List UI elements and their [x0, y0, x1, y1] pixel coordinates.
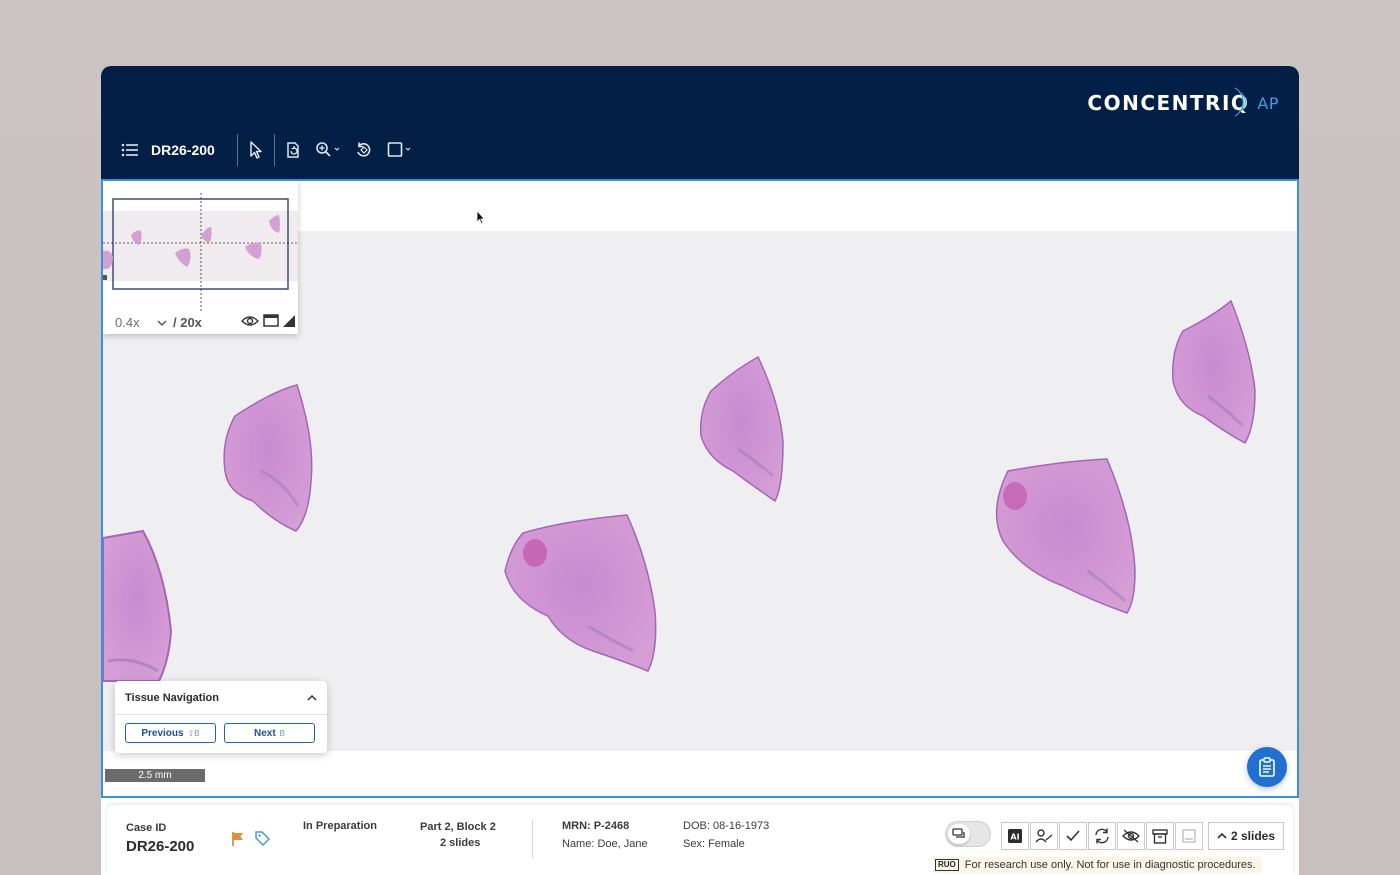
next-tissue-button[interactable]: Next B: [224, 723, 315, 743]
overview-thumbnail[interactable]: [103, 191, 298, 311]
contrast-icon[interactable]: [283, 314, 295, 330]
mouse-cursor-icon: [476, 209, 486, 230]
hide-icon[interactable]: [1117, 822, 1145, 850]
chevron-down-icon[interactable]: [157, 315, 167, 330]
rotate-icon[interactable]: [355, 134, 373, 166]
tag-icon[interactable]: [255, 831, 271, 851]
annotation-rectangle-icon[interactable]: [387, 134, 413, 166]
toolbar-divider: [273, 134, 275, 166]
case-info-bar: Case ID DR26-200 In Preparation Part 2, …: [107, 805, 1293, 875]
zoom-max: / 20x: [173, 314, 202, 330]
slides-dropdown-button[interactable]: 2 slides: [1208, 822, 1285, 850]
chevron-up-icon[interactable]: [307, 689, 317, 707]
app-header: CONCENTRIQ AP DR26-200: [101, 66, 1299, 179]
window-icon[interactable]: [263, 314, 279, 330]
previous-tissue-button[interactable]: Previous ⇧B: [125, 723, 216, 743]
tissue-section-6: [1171, 299, 1256, 445]
concentriq-logo: CONCENTRIQ AP: [1087, 84, 1279, 122]
part-block: Part 2, Block 2: [420, 821, 496, 833]
ai-icon[interactable]: AI: [1001, 822, 1029, 850]
tissue-section-4: [699, 355, 784, 503]
svg-text:AI: AI: [1010, 833, 1019, 842]
patient-dob: DOB: 08-16-1973: [683, 820, 770, 832]
case-title: DR26-200: [151, 142, 215, 158]
patient-name: Name: Doe, Jane: [562, 838, 648, 850]
slide-rotate-icon[interactable]: [285, 134, 301, 166]
toggle-knob: [948, 824, 970, 844]
pointer-icon[interactable]: [248, 134, 264, 166]
tissue-navigation-panel: Tissue Navigation Previous ⇧B Next B: [115, 681, 327, 753]
zoom-level[interactable]: 0.4x: [115, 315, 157, 330]
next-label: Next: [253, 727, 276, 739]
ruo-notice: RUO For research use only. Not for use i…: [933, 857, 1262, 873]
zoom-controls: 0.4x / 20x: [115, 312, 295, 332]
flag-icon[interactable]: [231, 831, 245, 852]
scale-bar: 2.5 mm: [105, 769, 205, 782]
patient-mrn: MRN: P-2468: [562, 820, 630, 832]
tissue-section-1: [103, 529, 173, 682]
clipboard-icon: [1259, 757, 1275, 777]
logo-suffix: AP: [1257, 93, 1279, 113]
chevron-up-icon: [1217, 832, 1227, 839]
slide-overview-map[interactable]: 0.4x / 20x: [103, 181, 298, 334]
check-icon[interactable]: [1059, 822, 1087, 850]
tissue-navigation-title: Tissue Navigation: [125, 691, 219, 704]
toolbar-divider: [236, 134, 238, 166]
ruo-text: For research use only. Not for use in di…: [964, 859, 1256, 871]
patient-sex: Sex: Female: [683, 838, 745, 850]
case-id-value: DR26-200: [126, 838, 195, 855]
slides-button-label: 2 slides: [1231, 829, 1276, 843]
archive-icon[interactable]: [1146, 822, 1174, 850]
tissue-section-5: [995, 458, 1136, 614]
case-id-label: Case ID: [126, 822, 167, 834]
previous-label: Previous: [141, 727, 184, 739]
case-actions: AI 2 slides: [1001, 822, 1285, 850]
comments-icon: [952, 828, 965, 838]
user-sign-icon[interactable]: [1030, 822, 1058, 850]
zoom-icon[interactable]: [315, 134, 341, 166]
sync-icon[interactable]: [1088, 822, 1116, 850]
next-shortcut: B: [279, 728, 286, 738]
tissue-navigation-header[interactable]: Tissue Navigation: [115, 681, 327, 715]
logo-ring-icon: [1235, 87, 1247, 117]
logo-wordmark: CONCENTRIQ: [1087, 91, 1250, 115]
viewer-toolbar: DR26-200: [101, 128, 413, 172]
list-icon[interactable]: [121, 134, 139, 166]
slide-viewer[interactable]: 0.4x / 20x Tissue Navigation Previous ⇧B…: [101, 179, 1299, 798]
previous-shortcut: ⇧B: [187, 728, 200, 738]
slide-count: 2 slides: [440, 837, 481, 849]
info-divider: [532, 819, 533, 859]
case-report-button[interactable]: [1247, 747, 1287, 787]
tissue-section-2: [223, 384, 313, 532]
tissue-section-3: [504, 514, 657, 672]
eye-icon[interactable]: [241, 315, 259, 330]
viewer-window: CONCENTRIQ AP DR26-200 0.4x / 20x Tissue…: [101, 66, 1299, 875]
comments-toggle[interactable]: [945, 821, 991, 847]
case-status: In Preparation: [303, 820, 377, 832]
ruo-badge: RUO: [935, 859, 959, 871]
overview-icon-group: [241, 314, 295, 330]
image-icon[interactable]: [1175, 822, 1203, 850]
